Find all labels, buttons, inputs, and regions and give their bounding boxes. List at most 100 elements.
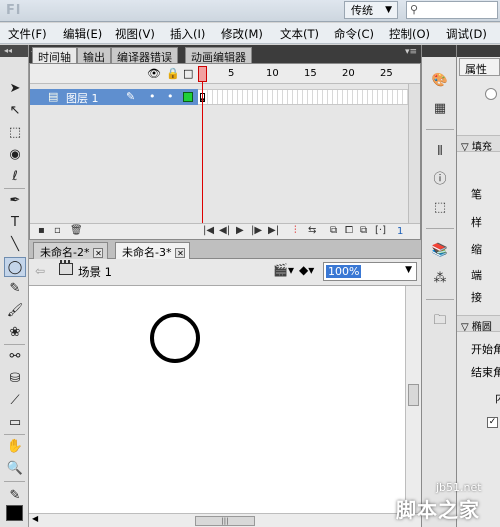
stage-vertical-scrollbar[interactable] <box>405 286 421 513</box>
stroke-color-icon[interactable]: ✎ <box>4 486 26 506</box>
frame-ruler[interactable]: 1 5 10 15 20 25 <box>198 64 408 84</box>
deco-tool-icon[interactable]: ❀ <box>4 323 26 343</box>
delete-layer-icon[interactable]: 🗑 <box>70 225 83 236</box>
zoom-tool-icon[interactable]: 🔍 <box>4 459 26 479</box>
go-last-frame-icon[interactable]: ▶| <box>268 225 279 236</box>
oval-tool-icon[interactable]: ◯ <box>4 257 26 277</box>
close-path-checkbox[interactable]: ✓ <box>487 417 498 428</box>
close-icon[interactable]: ✕ <box>175 248 186 258</box>
visibility-dot-icon[interactable]: • <box>149 90 156 103</box>
edit-symbols-icon[interactable]: 🎬▾ <box>273 263 294 277</box>
pencil-tool-icon[interactable]: ✎ <box>4 279 26 299</box>
step-forward-icon[interactable]: |▶ <box>251 225 262 236</box>
layer-outline-color[interactable] <box>183 92 193 102</box>
scroll-thumb[interactable] <box>408 384 419 406</box>
menu-edit[interactable]: 编辑(E) <box>63 26 102 42</box>
fill-color-swatch[interactable] <box>6 505 23 521</box>
line-tool-icon[interactable]: ╲ <box>4 235 26 255</box>
lasso-tool-icon[interactable]: ℓ <box>4 167 26 187</box>
stage-horizontal-scrollbar[interactable]: ◀ ||| <box>29 513 421 527</box>
zoom-select[interactable]: 100% ▼ <box>323 262 417 281</box>
color-panel-icon[interactable]: 🎨 <box>430 71 450 91</box>
play-icon[interactable]: ▶ <box>236 225 244 236</box>
tools-panel: ◂◂ ➤ ↖ ⬚ ◉ ℓ ✒ T ╲ ◯ ✎ 🖌 ❀ ⚯ ⛁ ⟋ ▭ ✋ 🔍 ✎ <box>0 45 29 527</box>
bone-tool-icon[interactable]: ⚯ <box>4 347 26 367</box>
transform-panel-icon[interactable]: ⬚ <box>430 198 450 218</box>
scroll-thumb[interactable]: ||| <box>195 516 255 526</box>
menu-file[interactable]: 文件(F) <box>8 26 47 42</box>
3d-rotation-tool-icon[interactable]: ◉ <box>4 145 26 165</box>
document-tabs: 未命名-2* ✕ 未命名-3* ✕ <box>29 240 421 259</box>
scroll-left-icon[interactable]: ◀ <box>32 514 38 523</box>
brush-tool-icon[interactable]: 🖌 <box>4 301 26 321</box>
playhead-line <box>202 82 203 223</box>
onion-outlines-icon[interactable]: ⧠ <box>345 225 353 236</box>
lock-icon[interactable]: 🔒 <box>166 67 180 80</box>
edit-multiple-frames-icon[interactable]: ⧉ <box>360 225 367 236</box>
oval-options-section[interactable]: ▽ 椭圆 <box>457 315 500 333</box>
playhead[interactable] <box>198 66 207 82</box>
new-folder-icon[interactable]: ▫ <box>54 225 61 236</box>
tab-timeline[interactable]: 时间轴 <box>32 47 77 64</box>
tab-properties[interactable]: 属性 <box>459 58 500 76</box>
subselection-tool-icon[interactable]: ↖ <box>4 101 26 121</box>
outline-icon[interactable]: □ <box>183 67 193 80</box>
edit-objects-icon[interactable]: ◆▾ <box>299 263 314 277</box>
stage-canvas[interactable] <box>29 286 405 513</box>
menu-insert[interactable]: 插入(I) <box>170 26 205 42</box>
show-hide-icon[interactable]: 👁 <box>147 67 161 80</box>
scene-label[interactable]: 场景 1 <box>78 264 112 280</box>
loop-icon[interactable]: ⇆ <box>308 225 316 236</box>
lock-dot-icon[interactable]: • <box>167 90 174 103</box>
library-panel-icon[interactable]: 📚 <box>430 241 450 261</box>
free-transform-tool-icon[interactable]: ⬚ <box>4 123 26 143</box>
ruler-label: 15 <box>304 68 317 79</box>
tab-motion-editor[interactable]: 动画编辑器 <box>185 47 252 64</box>
doc-tab-untitled-3[interactable]: 未命名-3* ✕ <box>115 242 191 259</box>
selection-tool-icon[interactable]: ➤ <box>4 79 26 99</box>
menu-debug[interactable]: 调试(D) <box>446 26 487 42</box>
center-frame-icon[interactable]: ⫶ <box>294 225 297 236</box>
step-back-icon[interactable]: ◀| <box>219 225 230 236</box>
workspace-switcher[interactable]: 传统 ▼ <box>344 1 398 19</box>
back-arrow-icon[interactable]: ⇦ <box>35 264 45 278</box>
components-panel-icon[interactable]: ⁂ <box>430 269 450 289</box>
pen-tool-icon[interactable]: ✒ <box>4 191 26 211</box>
tab-compiler-errors[interactable]: 编译器错误 <box>111 47 178 64</box>
menu-control[interactable]: 控制(O) <box>389 26 430 42</box>
align-panel-icon[interactable]: ⫴ <box>430 142 450 162</box>
panel-menu-icon[interactable]: ▾≡ <box>405 47 417 57</box>
frame-cells[interactable] <box>198 89 408 105</box>
info-panel-icon[interactable]: ⓘ <box>430 170 450 190</box>
modify-markers-icon[interactable]: [·] <box>375 225 386 236</box>
menu-text[interactable]: 文本(T) <box>280 26 319 42</box>
text-tool-icon[interactable]: T <box>4 213 26 233</box>
timeline-controls: ▪ ▫ 🗑 |◀ ◀| ▶ |▶ ▶| ⫶ ⇆ ⧉ ⧠ ⧉ [·] 1 <box>30 223 420 239</box>
onion-skin-icon[interactable]: ⧉ <box>330 225 337 236</box>
tab-output[interactable]: 输出 <box>77 47 111 64</box>
eyedropper-tool-icon[interactable]: ⟋ <box>4 391 26 411</box>
new-layer-icon[interactable]: ▪ <box>38 225 45 236</box>
help-search-input[interactable]: ⚲ <box>406 1 498 19</box>
oval-shape[interactable] <box>150 313 200 363</box>
eraser-tool-icon[interactable]: ▭ <box>4 413 26 433</box>
tool-option-radio[interactable] <box>485 88 497 100</box>
go-first-frame-icon[interactable]: |◀ <box>203 225 214 236</box>
layer-row[interactable]: ▤ 图层 1 ✎ • • <box>30 89 198 105</box>
workspace-label: 传统 <box>351 4 373 17</box>
close-icon[interactable]: ✕ <box>93 248 104 258</box>
hand-tool-icon[interactable]: ✋ <box>4 437 26 457</box>
motion-presets-panel-icon[interactable]: 🗀 <box>430 311 450 331</box>
dock-divider <box>426 299 454 300</box>
paint-bucket-tool-icon[interactable]: ⛁ <box>4 369 26 389</box>
doc-tab-untitled-2[interactable]: 未命名-2* ✕ <box>33 242 109 259</box>
menu-commands[interactable]: 命令(C) <box>334 26 374 42</box>
swatches-panel-icon[interactable]: ▦ <box>430 99 450 119</box>
fill-stroke-section[interactable]: ▽ 填充 <box>457 135 500 153</box>
ruler-label: 25 <box>380 68 393 79</box>
timeline-vertical-scrollbar[interactable] <box>408 84 420 224</box>
collapse-icon[interactable]: ◂◂ <box>0 45 28 57</box>
layer-name[interactable]: 图层 1 <box>66 90 99 106</box>
menu-modify[interactable]: 修改(M) <box>221 26 263 42</box>
menu-view[interactable]: 视图(V) <box>115 26 155 42</box>
